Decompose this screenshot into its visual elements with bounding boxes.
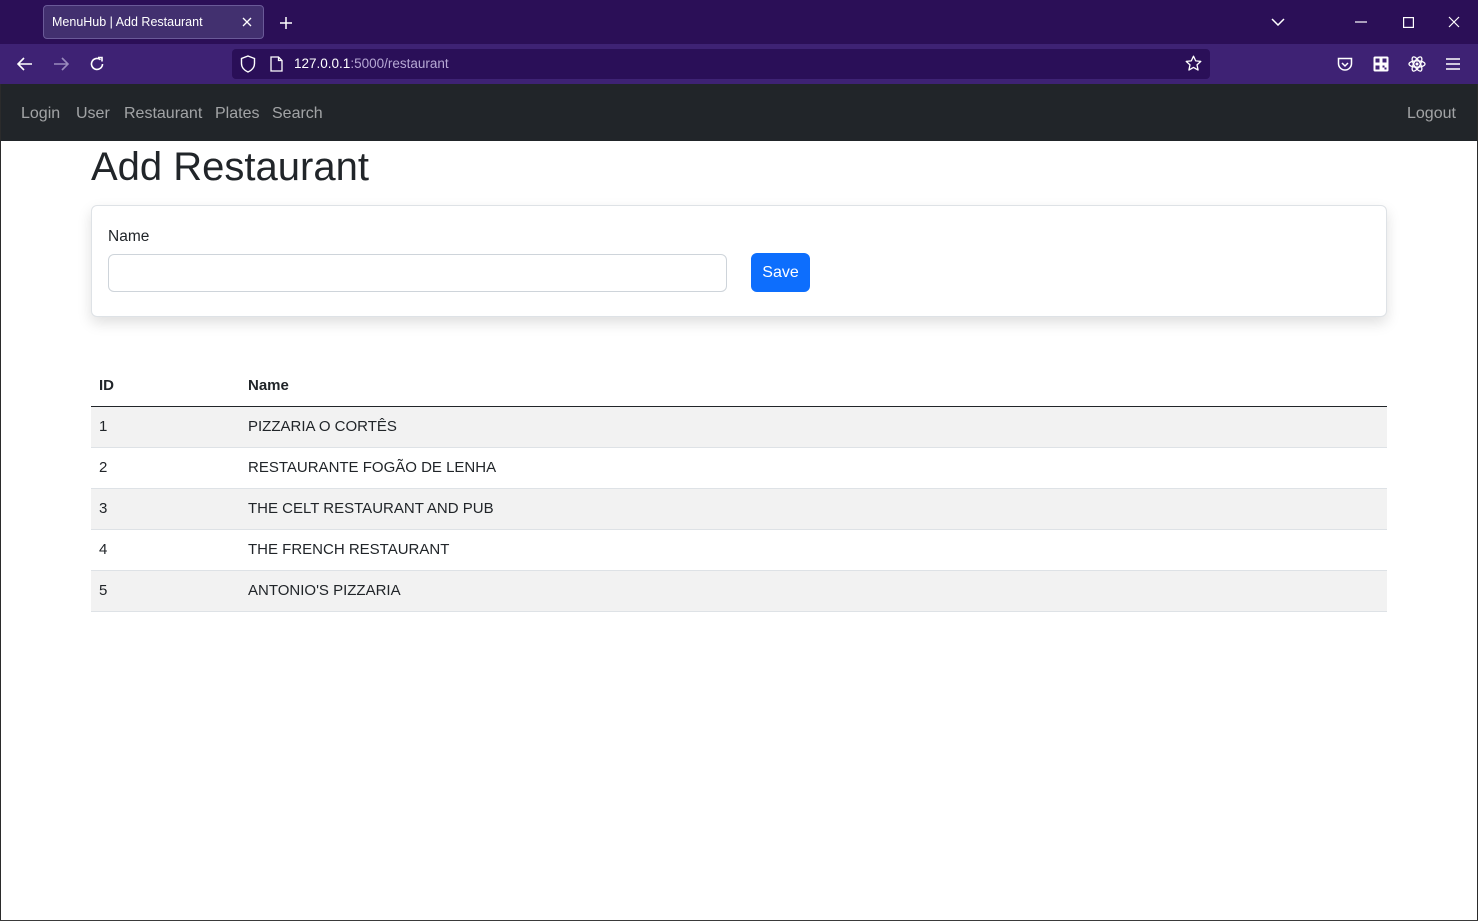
name-field-label: Name <box>108 228 150 245</box>
restaurant-name-cell: THE FRENCH RESTAURANT <box>240 529 1387 571</box>
nav-search-link[interactable]: Search <box>272 105 323 123</box>
table-row: 2 RESTAURANTE FOGÃO DE LENHA <box>91 447 1387 489</box>
restaurant-name-cell: PIZZARIA O CORTÊS <box>240 406 1387 448</box>
column-header-id: ID <box>91 365 240 407</box>
maximize-icon[interactable] <box>1396 10 1420 34</box>
page-title: Add Restaurant <box>91 145 369 189</box>
nav-logout-link[interactable]: Logout <box>1407 105 1456 123</box>
bookmark-star-icon[interactable] <box>1185 55 1202 77</box>
restaurant-id-cell: 2 <box>91 447 240 489</box>
window-border-left <box>0 84 1 921</box>
table-row: 3 THE CELT RESTAURANT AND PUB <box>91 488 1387 530</box>
tab-title: MenuHub | Add Restaurant <box>52 15 203 29</box>
tab-close-icon[interactable] <box>236 11 258 33</box>
back-arrow-icon[interactable] <box>13 52 37 76</box>
restaurant-id-cell: 4 <box>91 529 240 571</box>
browser-tab-strip: MenuHub | Add Restaurant <box>0 0 1478 44</box>
restaurant-id-cell: 5 <box>91 570 240 612</box>
extension-icon[interactable] <box>1405 52 1429 76</box>
save-button[interactable]: Save <box>751 253 810 292</box>
minimize-icon[interactable] <box>1349 10 1373 34</box>
nav-user-link[interactable]: User <box>76 105 110 123</box>
url-path: :5000/restaurant <box>350 56 449 71</box>
restaurant-id-cell: 1 <box>91 406 240 448</box>
column-header-name: Name <box>240 365 1387 407</box>
nav-restaurant-link[interactable]: Restaurant <box>124 105 202 123</box>
forward-arrow-icon[interactable] <box>49 52 73 76</box>
restaurant-name-cell: ANTONIO'S PIZZARIA <box>240 570 1387 612</box>
add-restaurant-form-card: Name Save <box>91 205 1387 317</box>
page-icon[interactable] <box>270 56 283 77</box>
reload-icon[interactable] <box>85 52 109 76</box>
app-navbar: Login User Restaurant Plates Search Logo… <box>1 84 1477 141</box>
shield-icon[interactable] <box>240 55 256 78</box>
hamburger-menu-icon[interactable] <box>1441 52 1465 76</box>
browser-tab[interactable]: MenuHub | Add Restaurant <box>43 5 264 39</box>
restaurant-id-cell: 3 <box>91 488 240 530</box>
table-row: 4 THE FRENCH RESTAURANT <box>91 529 1387 571</box>
nav-login-link[interactable]: Login <box>21 105 60 123</box>
restaurant-name-cell: THE CELT RESTAURANT AND PUB <box>240 488 1387 530</box>
nav-plates-link[interactable]: Plates <box>215 105 259 123</box>
url-host: 127.0.0.1 <box>294 56 351 71</box>
new-tab-plus-icon[interactable] <box>274 11 298 35</box>
table-row: 5 ANTONIO'S PIZZARIA <box>91 570 1387 612</box>
qr-code-icon[interactable] <box>1369 52 1393 76</box>
url-text[interactable]: 127.0.0.1:5000/restaurant <box>294 56 449 71</box>
table-row: 1 PIZZARIA O CORTÊS <box>91 406 1387 448</box>
window-close-icon[interactable] <box>1442 10 1466 34</box>
restaurants-table: ID Name 1 PIZZARIA O CORTÊS 2 RESTAURANT… <box>91 365 1387 612</box>
tab-list-chevron-down-icon[interactable] <box>1266 10 1290 34</box>
name-input[interactable] <box>108 254 727 292</box>
restaurant-name-cell: RESTAURANTE FOGÃO DE LENHA <box>240 447 1387 489</box>
table-header-row: ID Name <box>91 365 1387 407</box>
pocket-icon[interactable] <box>1333 52 1357 76</box>
